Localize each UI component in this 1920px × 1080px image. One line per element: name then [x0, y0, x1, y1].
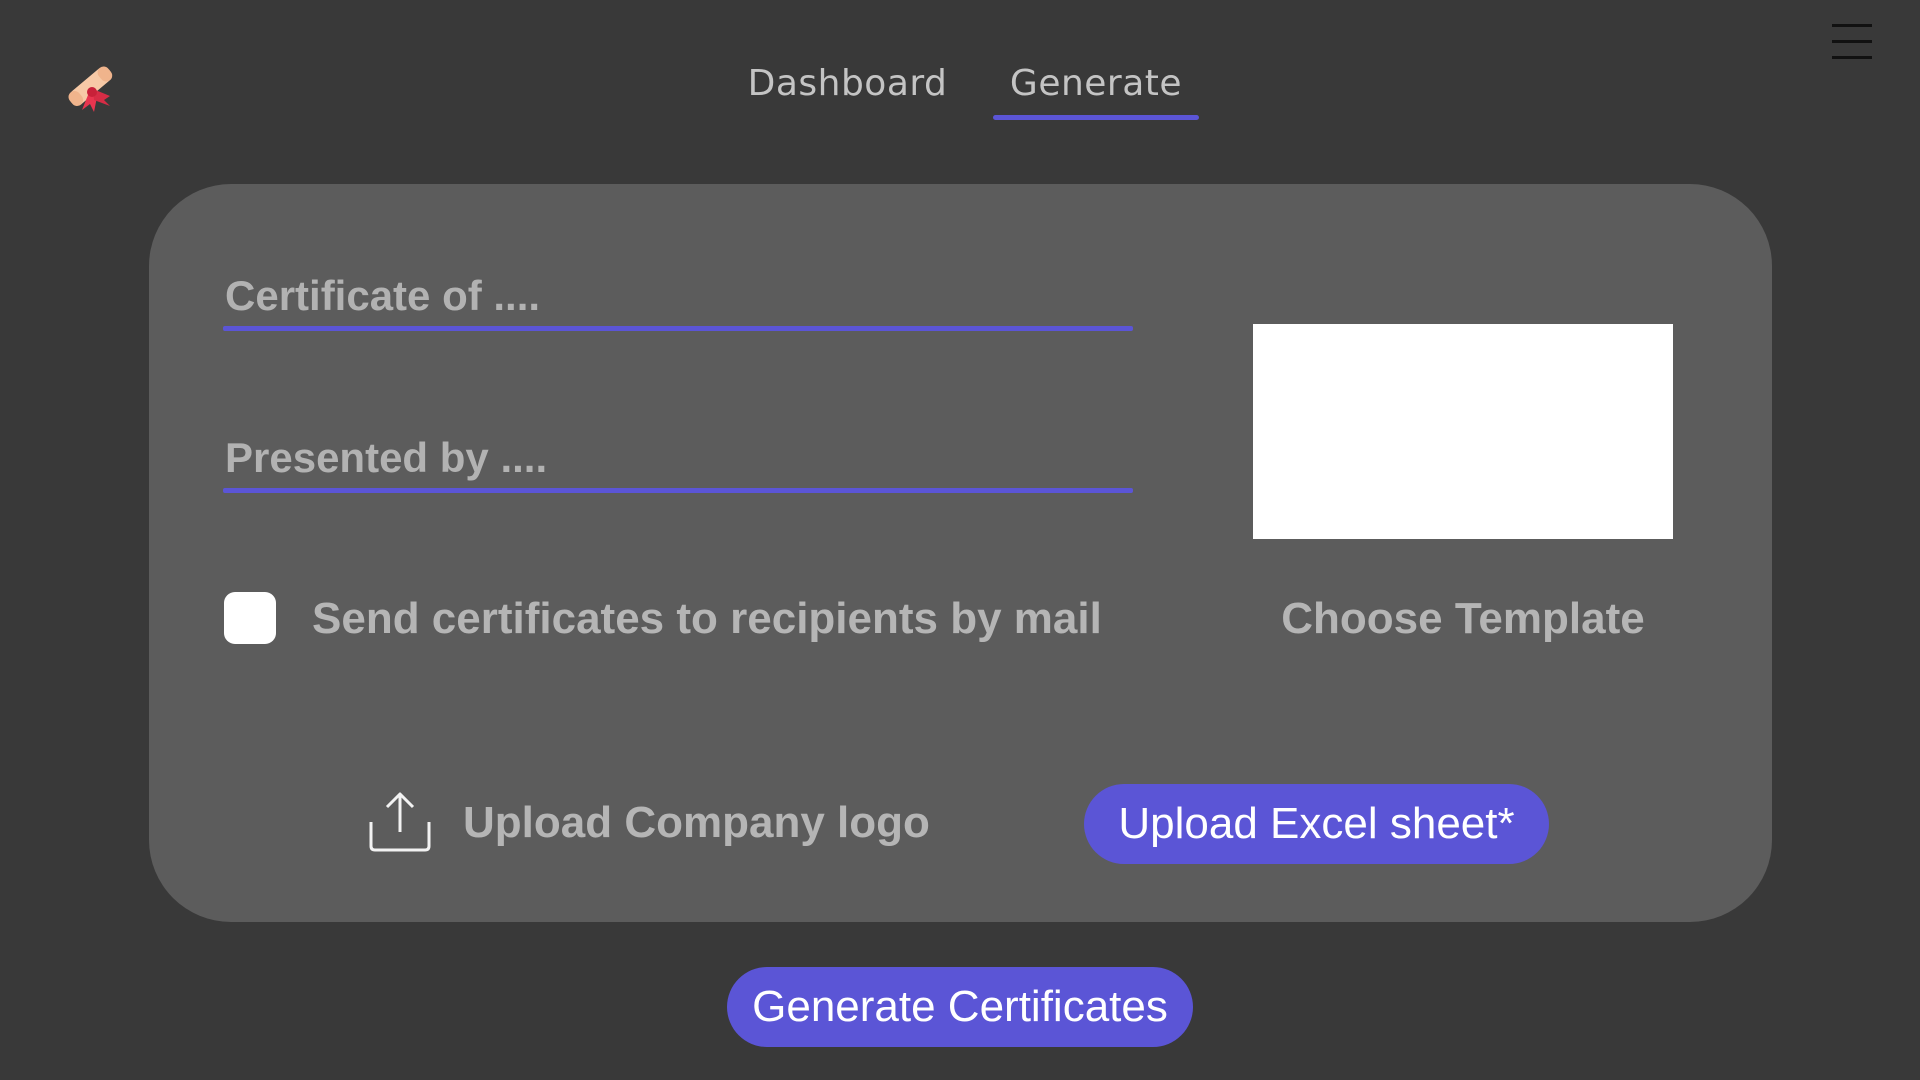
- tab-generate[interactable]: Generate: [993, 60, 1199, 120]
- top-navigation: Dashboard Generate: [0, 60, 1920, 124]
- app-root: Dashboard Generate Send certificates to …: [0, 0, 1920, 1080]
- upload-company-logo-label: Upload Company logo: [463, 798, 930, 847]
- template-preview[interactable]: [1253, 324, 1673, 539]
- active-tab-indicator: [993, 115, 1199, 120]
- upload-icon: [369, 792, 431, 852]
- upload-excel-sheet-button[interactable]: Upload Excel sheet*: [1084, 784, 1549, 864]
- tab-generate-label: Generate: [1009, 63, 1183, 104]
- presented-by-field: [223, 428, 1137, 493]
- certificate-of-input[interactable]: [223, 266, 1137, 326]
- send-mail-label: Send certificates to recipients by mail: [312, 594, 1102, 643]
- certificate-of-field: [223, 266, 1137, 331]
- tab-dashboard[interactable]: Dashboard: [745, 60, 950, 120]
- certificate-of-underline: [223, 326, 1133, 331]
- generate-certificates-button[interactable]: Generate Certificates: [727, 967, 1193, 1047]
- generate-form-card: Send certificates to recipients by mail …: [149, 184, 1772, 922]
- presented-by-input[interactable]: [223, 428, 1137, 488]
- send-mail-checkbox[interactable]: [224, 592, 276, 644]
- hamburger-menu-icon[interactable]: [1832, 24, 1872, 60]
- tab-dashboard-label: Dashboard: [747, 63, 948, 104]
- choose-template-label[interactable]: Choose Template: [1253, 594, 1673, 644]
- presented-by-underline: [223, 488, 1133, 493]
